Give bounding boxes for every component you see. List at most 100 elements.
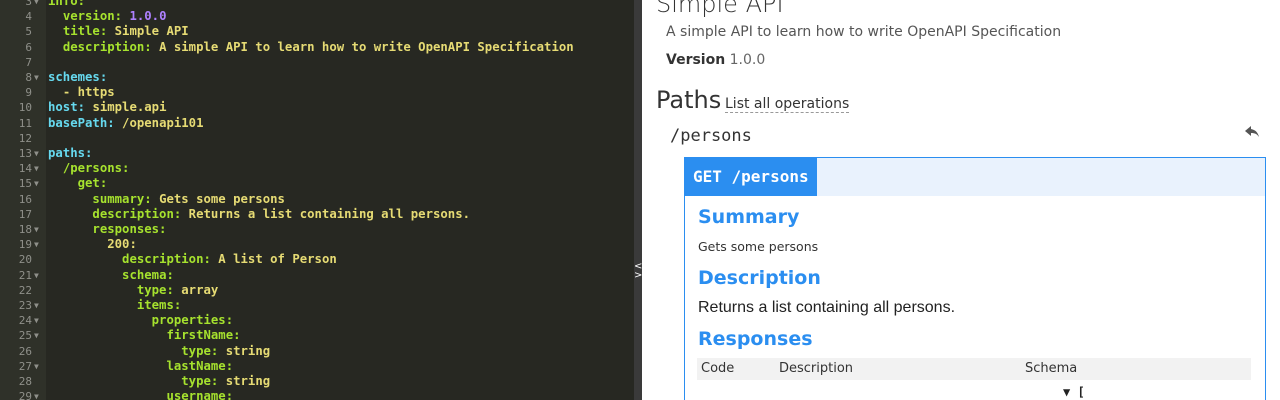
code-text: schemes: <box>48 70 107 85</box>
fold-toggle-icon[interactable]: ▼ <box>34 176 39 191</box>
line-number: 4 <box>25 10 32 24</box>
code-line[interactable]: 6 description: A simple API to learn how… <box>0 40 634 55</box>
collapse-right-icon[interactable]: > <box>634 271 642 281</box>
code-token: lastName: <box>166 358 234 373</box>
description-heading: Description <box>698 267 821 289</box>
code-line[interactable]: 24 ▼ properties: <box>0 313 634 328</box>
code-token: properties: <box>151 313 234 328</box>
line-number: 12 <box>18 131 32 145</box>
code-line[interactable]: 19 ▼ 200: <box>0 237 634 252</box>
code-text: schema: <box>48 268 174 283</box>
code-line[interactable]: 16 summary: Gets some persons <box>0 192 634 207</box>
fold-toggle-icon[interactable]: ▼ <box>34 313 39 328</box>
code-token: Simple API <box>114 24 189 39</box>
code-line[interactable]: 23 ▼ items: <box>0 298 634 313</box>
line-number: 17 <box>18 207 32 221</box>
code-token: description: <box>62 39 152 54</box>
code-text: lastName: <box>48 359 233 374</box>
pane-splitter[interactable] <box>634 0 642 400</box>
fold-toggle-icon[interactable]: ▼ <box>34 268 39 283</box>
fold-toggle-icon[interactable]: ▼ <box>34 161 39 176</box>
version-value: 1.0.0 <box>729 52 766 68</box>
code-token: type: <box>181 343 219 358</box>
code-line[interactable]: 29 ▼ username: <box>0 389 634 400</box>
line-number: 23 <box>18 299 32 312</box>
fold-toggle-icon[interactable]: ▼ <box>34 328 39 343</box>
fold-toggle-icon[interactable]: ▼ <box>34 70 39 85</box>
api-title: Simple API <box>656 0 784 18</box>
fold-toggle-icon[interactable]: ▼ <box>34 298 39 313</box>
code-line[interactable]: 9 - https <box>0 85 634 100</box>
list-all-operations-link[interactable]: List all operations <box>725 96 850 113</box>
line-number: 27 <box>18 359 32 373</box>
fold-toggle-icon[interactable]: ▼ <box>34 359 39 374</box>
code-line[interactable]: 21 ▼ schema: <box>0 268 634 283</box>
code-text: version: 1.0.0 <box>48 9 167 24</box>
code-token: type: <box>181 374 219 388</box>
code-text: items: <box>48 298 181 313</box>
fold-toggle-icon[interactable]: ▼ <box>34 389 39 400</box>
yaml-editor[interactable]: 3 ▼ info: 4 version: 1.0.0 5 title: Simple A… <box>0 0 634 400</box>
code-token: info: <box>48 0 86 8</box>
code-text: title: Simple API <box>48 24 189 39</box>
code-token: schema: <box>122 267 174 282</box>
code-line[interactable]: 5 title: Simple API <box>0 24 634 39</box>
line-number: 7 <box>25 55 32 69</box>
reply-arrow-icon[interactable] <box>1243 123 1261 141</box>
code-token: host: <box>48 100 86 115</box>
code-line[interactable]: 14 ▼ /persons: <box>0 161 634 176</box>
line-number: 8 <box>25 71 32 84</box>
code-text: type: string <box>48 374 270 389</box>
code-token: get: <box>77 176 108 191</box>
code-line[interactable]: 15 ▼ get: <box>0 176 634 191</box>
code-line[interactable]: 8 ▼ schemes: <box>0 70 634 85</box>
code-token: string <box>225 374 271 388</box>
code-token: - https <box>62 85 115 100</box>
fold-toggle-icon[interactable]: ▼ <box>34 237 39 252</box>
code-line[interactable]: 10 host: simple.api <box>0 100 634 115</box>
fold-toggle-icon[interactable]: ▼ <box>34 222 39 237</box>
code-line[interactable]: 3 ▼ info: <box>0 0 634 9</box>
line-number: 14 <box>18 162 32 176</box>
code-line[interactable]: 18 ▼ responses: <box>0 222 634 237</box>
code-line[interactable]: 27 ▼ lastName: <box>0 359 634 374</box>
code-token: simple.api <box>92 100 167 115</box>
line-number: 16 <box>18 192 32 206</box>
fold-toggle-icon[interactable]: ▼ <box>34 146 39 161</box>
code-line[interactable]: 22 type: array <box>0 283 634 298</box>
code-line[interactable]: 20 description: A list of Person <box>0 252 634 267</box>
code-line[interactable]: 7 <box>0 55 634 70</box>
fold-toggle-icon[interactable]: ▼ <box>34 0 39 9</box>
code-line[interactable]: 13 ▼ paths: <box>0 146 634 161</box>
code-line[interactable]: 17 description: Returns a list containin… <box>0 207 634 222</box>
code-line[interactable]: 25 ▼ firstName: <box>0 328 634 343</box>
code-line[interactable]: 11 basePath: /openapi101 <box>0 116 634 131</box>
line-number: 22 <box>18 283 32 297</box>
code-line[interactable]: 12 <box>0 131 634 146</box>
code-text: get: <box>48 176 108 191</box>
code-line[interactable]: 26 type: string <box>0 344 634 359</box>
code-line[interactable]: 4 version: 1.0.0 <box>0 9 634 24</box>
splitter-arrows[interactable]: < > <box>634 262 642 292</box>
description-text: Returns a list containing all persons. <box>698 299 956 316</box>
operation-method-path[interactable]: GET /persons <box>685 158 817 196</box>
operation-panel: GET /persons Summary Gets some persons D… <box>684 157 1266 400</box>
line-number: 15 <box>18 177 32 191</box>
code-text: host: simple.api <box>48 100 166 115</box>
api-description: A simple API to learn how to write OpenA… <box>666 24 1062 40</box>
code-line[interactable]: 28 type: string <box>0 374 634 389</box>
schema-toggle[interactable]: ▼ [ <box>1063 385 1085 399</box>
